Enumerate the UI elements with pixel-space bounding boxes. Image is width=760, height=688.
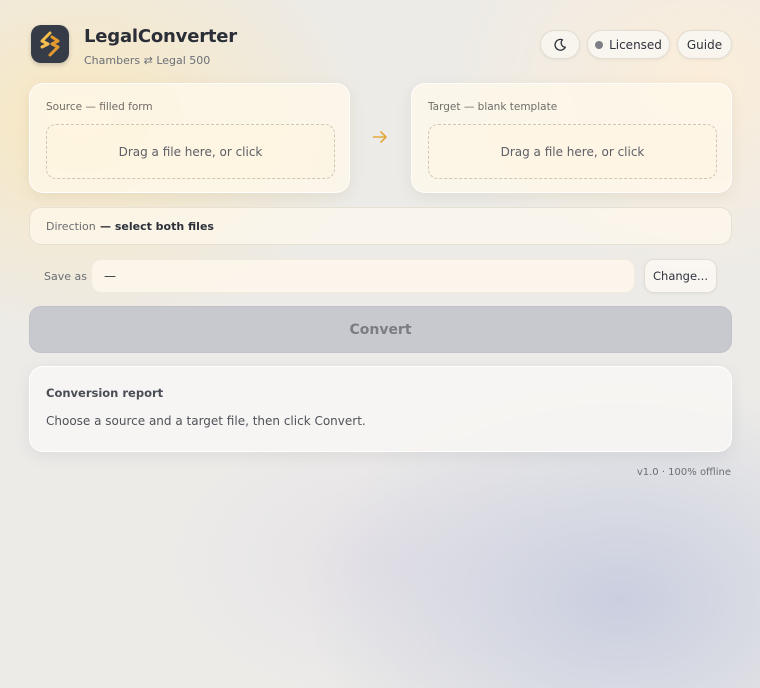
direction-value: — select both files — [100, 220, 214, 233]
app-root: LegalConverter Chambers ⇄ Legal 500 Lice… — [29, 24, 732, 478]
convert-button[interactable]: Convert — [29, 306, 732, 353]
target-card: Target — blank template Drag a file here… — [411, 83, 732, 193]
direction-bar: Direction — select both files — [29, 207, 732, 245]
license-status-dot — [595, 40, 604, 49]
version-footer: v1.0 · 100% offline — [636, 467, 731, 478]
app-title: LegalConverter — [84, 26, 237, 47]
guide-button[interactable]: Guide — [677, 30, 732, 59]
app-header: LegalConverter Chambers ⇄ Legal 500 Lice… — [29, 24, 732, 74]
theme-toggle-button[interactable] — [540, 30, 580, 59]
source-dropzone[interactable]: Drag a file here, or click — [46, 124, 335, 179]
app-subtitle: Chambers ⇄ Legal 500 — [84, 54, 211, 67]
conversion-report-panel: Conversion report Choose a source and a … — [29, 366, 732, 452]
target-label: Target — blank template — [428, 101, 558, 113]
moon-icon — [554, 38, 566, 51]
license-status-label: Licensed — [609, 37, 662, 52]
report-message: Choose a source and a target file, then … — [46, 414, 366, 428]
arrow-right-icon — [372, 131, 387, 143]
target-dropzone[interactable]: Drag a file here, or click — [428, 124, 717, 179]
report-title: Conversion report — [46, 386, 164, 400]
app-logo-icon — [31, 25, 69, 63]
save-as-field[interactable]: — — [91, 259, 635, 293]
change-location-button[interactable]: Change... — [644, 259, 717, 293]
save-as-label: Save as — [44, 270, 87, 283]
license-status-button[interactable]: Licensed — [587, 30, 670, 59]
source-label: Source — filled form — [46, 101, 153, 113]
direction-label: Direction — [46, 220, 96, 233]
source-card: Source — filled form Drag a file here, o… — [29, 83, 350, 193]
